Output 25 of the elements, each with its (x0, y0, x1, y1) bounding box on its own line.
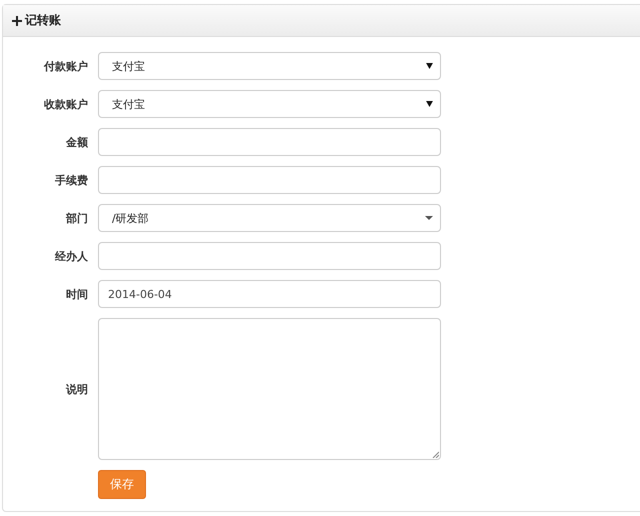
dropdown-arrow-icon (426, 63, 433, 69)
field-label: 经办人 (54, 248, 89, 264)
caret-icon (425, 216, 433, 220)
field-label: 时间 (65, 286, 89, 302)
panel-title: 记转账 (25, 12, 61, 29)
select-value: /研发部 (112, 210, 149, 226)
field-label: 说明 (64, 382, 89, 396)
select-field[interactable]: /研发部 (98, 204, 441, 232)
select-field[interactable]: 支付宝 (98, 90, 441, 118)
field-label: 手续费 (54, 172, 89, 188)
dropdown-arrow-icon (426, 101, 433, 107)
field-label: 金额 (64, 134, 89, 150)
resize-grip-icon (432, 451, 439, 458)
input-field[interactable] (98, 242, 441, 270)
field-label: 部门 (64, 210, 89, 226)
field-label: 收款账户 (43, 96, 89, 112)
text-area[interactable] (98, 318, 441, 460)
input-field[interactable] (98, 128, 441, 156)
select-field[interactable]: 支付宝 (98, 52, 441, 80)
select-value: 支付宝 (112, 58, 145, 74)
select-value: 支付宝 (112, 96, 145, 112)
plus-icon (12, 16, 22, 26)
field-label: 付款账户 (42, 58, 89, 74)
input-field[interactable]: 2014-06-04 (98, 280, 441, 308)
input-field[interactable] (98, 166, 441, 194)
